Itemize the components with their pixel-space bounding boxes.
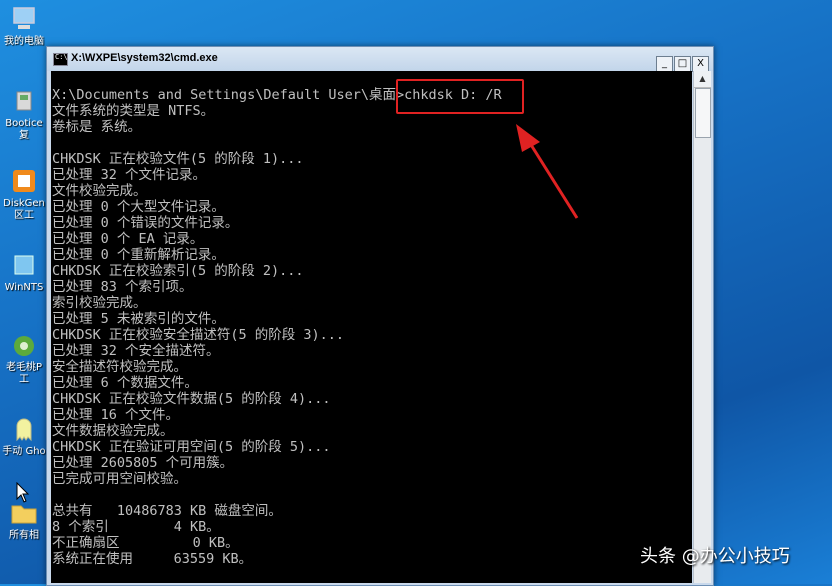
window-title: X:\WXPE\system32\cmd.exe (71, 52, 218, 64)
cmd-icon (53, 53, 68, 66)
vertical-scrollbar[interactable]: ▲ (693, 71, 711, 583)
console-line: 总共有 10486783 KB 磁盘空间。 (52, 503, 282, 519)
ghost-icon (16, 418, 32, 442)
console-line: 卷标是 系统。 (52, 119, 142, 135)
console-line: 系统正在使用 63559 KB。 (52, 551, 253, 567)
window-controls: _ □ X (655, 51, 709, 72)
desktop-icon-bootice[interactable]: Bootice 复 (0, 86, 48, 148)
console-line: 文件系统的类型是 NTFS。 (52, 103, 215, 119)
console-line: CHKDSK 正在校验索引(5 的阶段 2)... (52, 263, 304, 279)
desktop-icon-label: 所有相 (9, 530, 39, 541)
desktop-icon-label: Bootice 复 (5, 118, 43, 141)
console-line: CHKDSK 正在校验安全描述符(5 的阶段 3)... (52, 327, 345, 343)
console-line: 8 个索引 4 KB。 (52, 519, 220, 535)
desktop-icon-folder[interactable]: 所有相 (0, 498, 48, 548)
console-line: 已处理 2605805 个可用簇。 (52, 455, 234, 471)
bootice-icon (16, 91, 32, 111)
console-line: X:\Documents and Settings\Default User\桌… (52, 87, 502, 103)
console-line: 索引校验完成。 (52, 295, 147, 311)
console-line: 安全描述符校验完成。 (52, 359, 187, 375)
minimize-button[interactable]: _ (656, 56, 673, 72)
close-button[interactable]: X (692, 56, 709, 72)
diskgenius-icon (13, 170, 35, 192)
console-line: 已处理 32 个安全描述符。 (52, 343, 220, 359)
desktop-icon-label: WinNTS (4, 282, 44, 293)
console-line: 已处理 0 个重新解析记录。 (52, 247, 225, 263)
console-line: 已处理 0 个 EA 记录。 (52, 231, 204, 247)
console-line: 已处理 16 个文件。 (52, 407, 180, 423)
console-output[interactable]: X:\Documents and Settings\Default User\桌… (51, 71, 692, 583)
window-titlebar[interactable]: X:\WXPE\system32\cmd.exe _□X (47, 47, 713, 72)
console-line: CHKDSK 正在校验文件数据(5 的阶段 4)... (52, 391, 331, 407)
desktop-icon-label: DiskGen 区工 (3, 198, 45, 221)
scrollbar-thumb[interactable] (695, 88, 711, 138)
highlight-box (396, 79, 524, 114)
desktop-icon-label: 手动 Gho (2, 446, 46, 457)
winntsetup-icon (14, 255, 34, 275)
desktop-icon-label: 我的电脑 (4, 36, 44, 47)
console-line: CHKDSK 正在校验文件(5 的阶段 1)... (52, 151, 304, 167)
desktop-icon-ghost[interactable]: 手动 Gho (0, 414, 48, 478)
console-line: 已处理 83 个索引项。 (52, 279, 193, 295)
console-line: 文件数据校验完成。 (52, 423, 174, 439)
maximize-button[interactable]: □ (674, 56, 691, 72)
console-line: 已完成可用空间校验。 (52, 471, 187, 487)
desktop-icon-label: 老毛桃P 工 (5, 362, 43, 385)
desktop-icon-laomaotao[interactable]: 老毛桃P 工 (0, 330, 48, 394)
console-line: CHKDSK 正在验证可用空间(5 的阶段 5)... (52, 439, 331, 455)
console-line: 已处理 5 未被索引的文件。 (52, 311, 225, 327)
laomaotao-icon (14, 336, 34, 356)
desktop-icon-computer[interactable]: 我的电脑 (0, 4, 48, 52)
console-line: 已处理 0 个错误的文件记录。 (52, 215, 239, 231)
computer-icon (13, 7, 35, 29)
cmd-window[interactable]: X:\WXPE\system32\cmd.exe _□X X:\Document… (46, 46, 714, 586)
console-line: 已处理 0 个大型文件记录。 (52, 199, 225, 215)
desktop-icon-winntsetup[interactable]: WinNTS (0, 250, 48, 302)
mouse-cursor-icon (16, 482, 30, 503)
console-line: 已处理 32 个文件记录。 (52, 167, 207, 183)
console-line: 文件校验完成。 (52, 183, 147, 199)
watermark: 头条 @办公小技巧 (640, 546, 790, 567)
console-line: 不正确扇区 0 KB。 (52, 535, 239, 551)
desktop-icon-diskgenius[interactable]: DiskGen 区工 (0, 166, 48, 230)
console-line: 已处理 6 个数据文件。 (52, 375, 198, 391)
scroll-up-icon[interactable]: ▲ (694, 71, 711, 88)
